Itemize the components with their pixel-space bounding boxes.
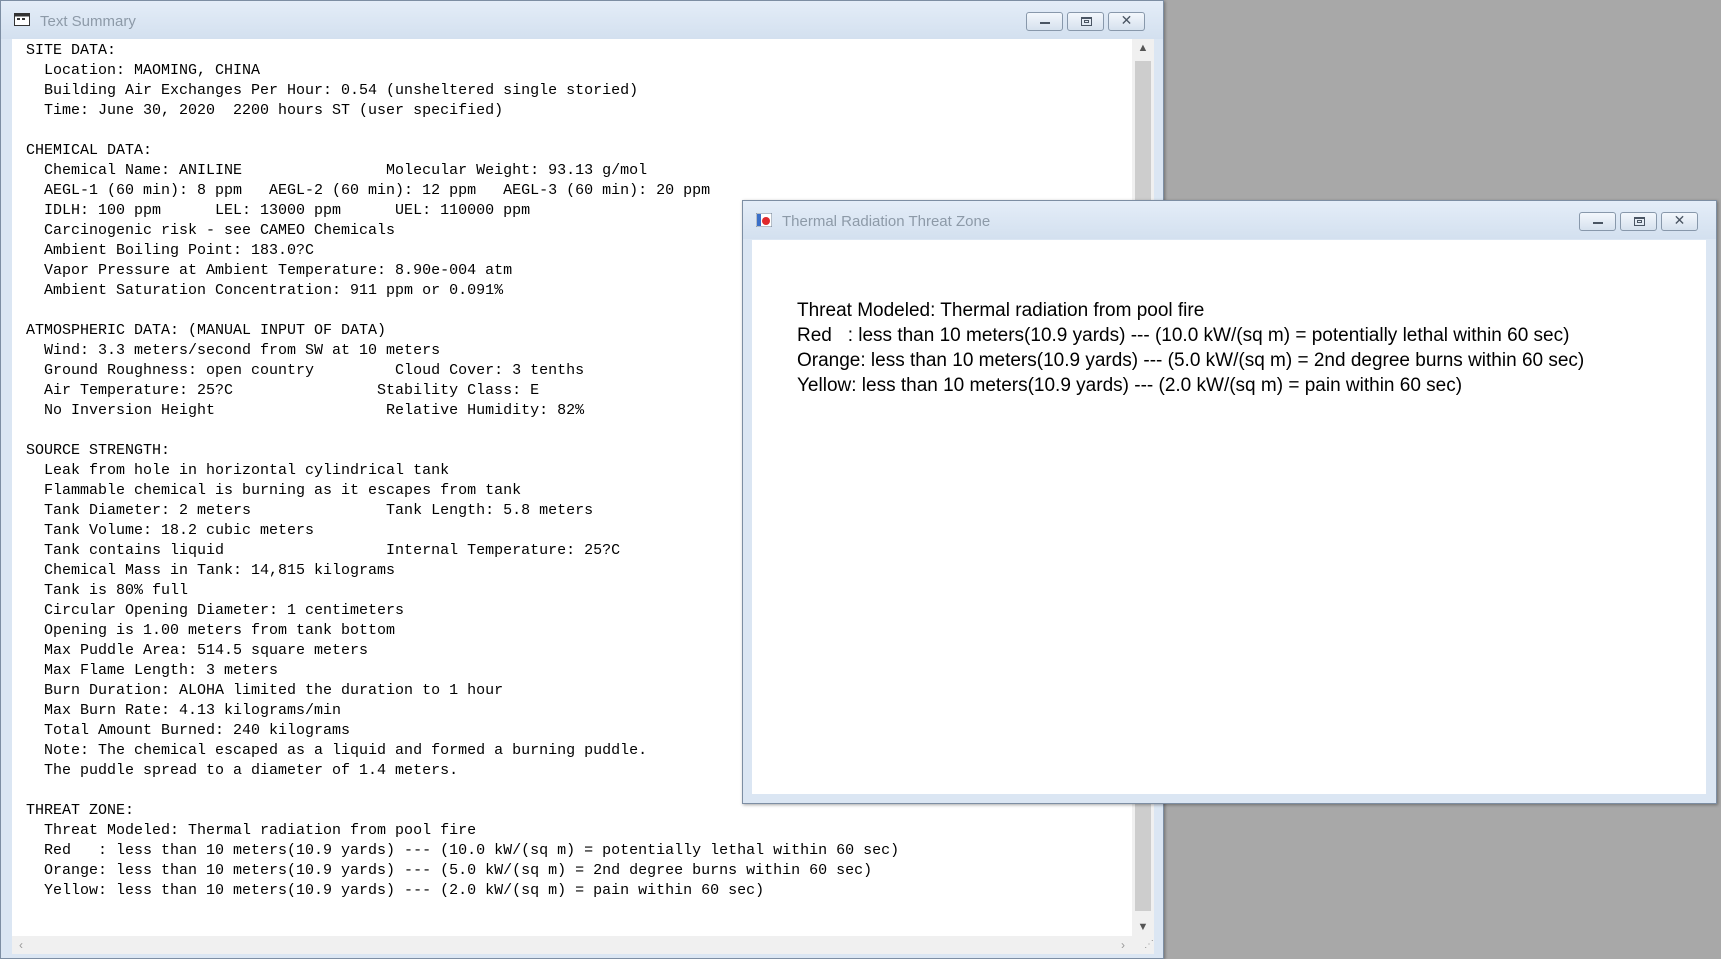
resize-grip-icon[interactable]: ⋰ bbox=[1132, 936, 1154, 954]
threat-zone-line: Red : less than 10 meters(10.9 yards) --… bbox=[797, 325, 1570, 346]
thermal-threat-zone-window: Thermal Radiation Threat Zone ✕ Threat M… bbox=[742, 200, 1717, 804]
summary-line: Orange: less than 10 meters(10.9 yards) … bbox=[26, 862, 873, 879]
minimize-icon bbox=[1040, 22, 1050, 24]
close-button[interactable]: ✕ bbox=[1108, 12, 1145, 31]
window-title: Thermal Radiation Threat Zone bbox=[782, 213, 991, 230]
maximize-button[interactable] bbox=[1067, 12, 1104, 31]
summary-line: Red : less than 10 meters(10.9 yards) --… bbox=[26, 842, 900, 859]
minimize-button[interactable] bbox=[1579, 212, 1616, 231]
minimize-icon bbox=[1593, 222, 1603, 224]
text-window-icon bbox=[14, 13, 30, 26]
summary-line: CHEMICAL DATA: bbox=[26, 142, 153, 159]
thermal-text-area: Threat Modeled: Thermal radiation from p… bbox=[752, 240, 1706, 794]
summary-line: Chemical Name: ANILINE Molecular Weight:… bbox=[26, 162, 648, 179]
summary-line: Location: MAOMING, CHINA bbox=[26, 62, 261, 79]
scroll-left-icon[interactable]: ‹ bbox=[12, 936, 30, 954]
threat-zone-icon bbox=[755, 212, 773, 228]
threat-zone-line: Threat Modeled: Thermal radiation from p… bbox=[797, 300, 1205, 321]
threat-zone-line: Orange: less than 10 meters(10.9 yards) … bbox=[797, 350, 1585, 371]
scroll-down-icon[interactable]: ▼ bbox=[1132, 918, 1154, 936]
horizontal-scrollbar[interactable]: ‹ › bbox=[12, 936, 1132, 954]
summary-line: Time: June 30, 2020 2200 hours ST (user … bbox=[26, 102, 504, 119]
summary-line bbox=[26, 121, 899, 141]
title-bar[interactable]: Text Summary ✕ bbox=[1, 1, 1163, 39]
maximize-icon bbox=[1081, 17, 1092, 26]
close-icon: ✕ bbox=[1120, 13, 1133, 29]
summary-line: Building Air Exchanges Per Hour: 0.54 (u… bbox=[26, 82, 639, 99]
threat-zone-line: Yellow: less than 10 meters(10.9 yards) … bbox=[797, 375, 1463, 396]
title-bar[interactable]: Thermal Radiation Threat Zone ✕ bbox=[743, 201, 1716, 239]
summary-line: AEGL-1 (60 min): 8 ppm AEGL-2 (60 min): … bbox=[26, 182, 711, 199]
maximize-icon bbox=[1634, 217, 1645, 226]
summary-line: SITE DATA: bbox=[26, 42, 117, 59]
summary-line: Threat Modeled: Thermal radiation from p… bbox=[26, 822, 477, 839]
threat-zone-text: Threat Modeled: Thermal radiation from p… bbox=[797, 298, 1584, 398]
scroll-right-icon[interactable]: › bbox=[1114, 936, 1132, 954]
minimize-button[interactable] bbox=[1026, 12, 1063, 31]
window-title: Text Summary bbox=[40, 13, 136, 30]
scroll-up-icon[interactable]: ▲ bbox=[1132, 39, 1154, 57]
summary-line: THREAT ZONE: bbox=[26, 802, 135, 819]
close-icon: ✕ bbox=[1673, 213, 1686, 229]
maximize-button[interactable] bbox=[1620, 212, 1657, 231]
summary-line: Yellow: less than 10 meters(10.9 yards) … bbox=[26, 882, 765, 899]
close-button[interactable]: ✕ bbox=[1661, 212, 1698, 231]
